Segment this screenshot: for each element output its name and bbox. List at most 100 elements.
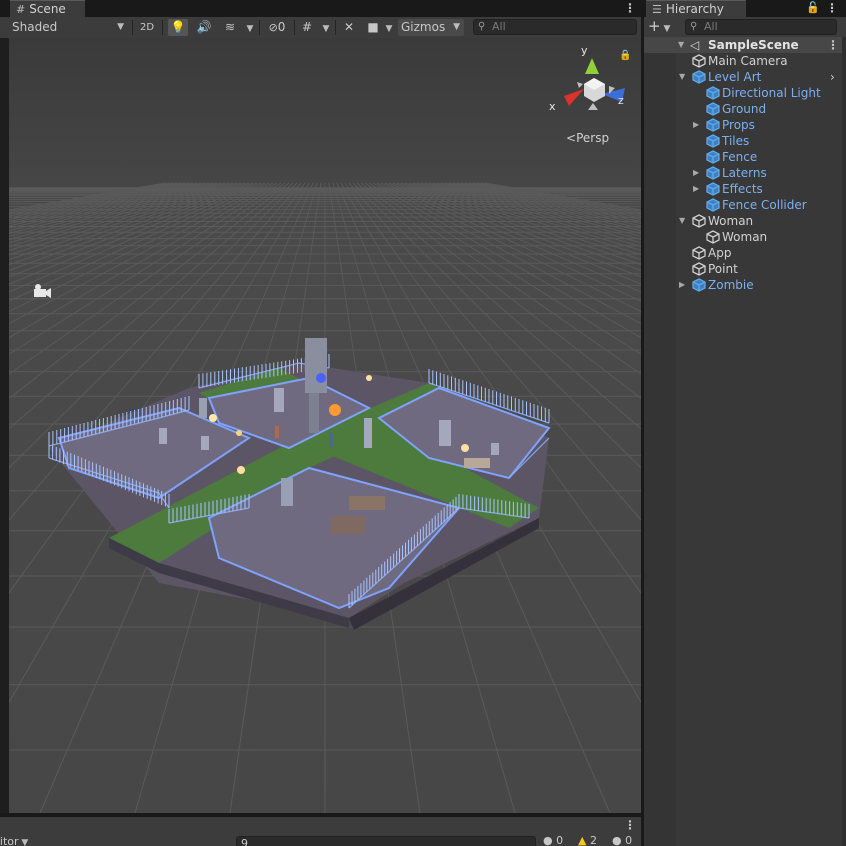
camera-settings-button[interactable]: ■ — [364, 19, 382, 36]
warning-icon: ▲ — [578, 834, 587, 846]
hierarchy-item-label: Fence Collider — [722, 198, 807, 212]
tools-icon: ✕ — [343, 20, 355, 34]
search-icon: ⚲ — [478, 21, 486, 32]
expanded-arrow-icon[interactable]: ▼ — [679, 69, 685, 85]
prefab-cube-icon — [706, 118, 720, 132]
hierarchy-item[interactable]: ▶ Effects — [644, 181, 846, 197]
grid-icon: # — [16, 3, 26, 16]
grid-toggle[interactable]: # — [297, 19, 317, 36]
scene-search-input[interactable]: ⚲ All — [473, 19, 637, 35]
scene-visibility-toggle[interactable]: ⊘0 — [262, 19, 292, 36]
collapsed-arrow-icon[interactable]: ▶ — [679, 277, 685, 293]
create-dropdown[interactable]: + ▼ — [648, 18, 670, 37]
hierarchy-item[interactable]: ▶ Laterns — [644, 165, 846, 181]
tools-button[interactable]: ✕ — [339, 19, 359, 36]
lighting-toggle[interactable]: 💡 — [168, 19, 188, 36]
hierarchy-item[interactable]: App — [644, 245, 846, 261]
hierarchy-item-label: Directional Light — [722, 86, 821, 100]
scene-viewport[interactable]: y x z — [9, 38, 641, 813]
hierarchy-item-label: Ground — [722, 102, 767, 116]
hierarchy-item[interactable]: ▼ Level Art › — [644, 69, 846, 85]
hierarchy-item-label: Level Art — [708, 70, 762, 84]
console-toolbar: Editor ▼ 9 ● 0 ▲ 2 ● 0 — [0, 834, 641, 846]
eye-slash-icon: ⊘ — [268, 21, 278, 34]
lock-icon[interactable]: 🔓 — [806, 1, 820, 14]
info-icon: ● — [543, 834, 553, 846]
audio-toggle[interactable]: 🔊 — [194, 19, 214, 36]
open-prefab-arrow-icon[interactable]: › — [830, 69, 835, 85]
scene-menu-icon[interactable]: ⋮ — [827, 39, 839, 51]
chevron-down-icon: ▼ — [322, 24, 330, 34]
hierarchy-item[interactable]: ▶ Zombie — [644, 277, 846, 293]
hierarchy-menu-icon[interactable]: ⋮ — [826, 2, 838, 14]
error-count-toggle[interactable]: ● 0 — [612, 834, 632, 846]
hierarchy-toolbar: + ▼ ⚲ All — [644, 17, 846, 38]
hierarchy-item[interactable]: ▼ Woman — [644, 213, 846, 229]
list-icon: ☰ — [652, 3, 662, 16]
speaker-icon: 🔊 — [196, 20, 212, 34]
hierarchy-item[interactable]: Directional Light — [644, 85, 846, 101]
tab-hierarchy[interactable]: ☰ Hierarchy — [646, 0, 746, 17]
scene-tabbar: # Scene ⋮ — [0, 0, 641, 17]
effects-toggle[interactable]: ≋ — [220, 19, 240, 36]
prefab-cube-icon — [706, 182, 720, 196]
toggle-2d-button[interactable]: 2D — [136, 19, 158, 36]
gizmos-dropdown[interactable]: Gizmos ▼ — [398, 19, 464, 36]
collapsed-arrow-icon[interactable]: ▶ — [693, 117, 699, 133]
console-menu-icon[interactable]: ⋮ — [624, 819, 636, 831]
gameobject-cube-icon — [692, 246, 706, 260]
camera-icon: ■ — [367, 20, 379, 34]
console-search-input[interactable]: 9 — [236, 836, 536, 846]
effects-dropdown[interactable]: ▼ — [244, 19, 256, 36]
hierarchy-item[interactable]: Point — [644, 261, 846, 277]
hierarchy-item-label: Zombie — [708, 278, 754, 292]
hierarchy-search-input[interactable]: ⚲ All — [685, 19, 837, 35]
plus-icon: + — [648, 17, 661, 35]
gameobject-cube-icon — [692, 262, 706, 276]
hierarchy-item[interactable]: Ground — [644, 101, 846, 117]
hierarchy-item[interactable]: Woman — [644, 229, 846, 245]
hierarchy-item[interactable]: Fence Collider — [644, 197, 846, 213]
hierarchy-tabbar: ☰ Hierarchy 🔓 ⋮ — [644, 0, 846, 17]
gameobject-cube-icon — [692, 214, 706, 228]
layers-icon: ≋ — [224, 20, 236, 34]
collapsed-arrow-icon[interactable]: ▶ — [693, 165, 699, 181]
tab-scene[interactable]: # Scene — [10, 0, 85, 17]
prefab-cube-icon — [706, 166, 720, 180]
prefab-cube-icon — [706, 134, 720, 148]
hierarchy-item-label: Woman — [722, 230, 768, 244]
lock-icon[interactable]: 🔒 — [619, 50, 631, 61]
hierarchy-item[interactable]: Tiles — [644, 133, 846, 149]
draw-mode-dropdown[interactable]: Shaded ▼ — [2, 19, 128, 36]
unity-scene-icon: ◁ — [690, 38, 700, 52]
scene-toolbar: Shaded ▼ 2D 💡 🔊 ≋ ▼ ⊘0 # ▼ ✕ ■ ▼ Gizmos … — [0, 17, 641, 39]
scene-panel-menu-icon[interactable]: ⋮ — [624, 2, 636, 14]
editor-dropdown[interactable]: Editor ▼ — [0, 835, 28, 846]
gameobject-cube-icon — [692, 54, 706, 68]
warning-count-toggle[interactable]: ▲ 2 — [578, 834, 597, 846]
chevron-down-icon: ▼ — [660, 24, 671, 34]
log-count-toggle[interactable]: ● 0 — [543, 834, 563, 846]
expand-arrow-icon[interactable]: ▼ — [678, 37, 684, 53]
grid-icon: # — [301, 20, 313, 34]
expanded-arrow-icon[interactable]: ▼ — [679, 213, 685, 229]
error-icon: ● — [612, 834, 622, 846]
hierarchy-item[interactable]: ▶ Props — [644, 117, 846, 133]
gizmo-label-z: z — [618, 94, 624, 107]
left-panel-edge — [0, 38, 9, 813]
hierarchy-item-label: App — [708, 246, 732, 260]
gameobject-cube-icon — [706, 230, 720, 244]
camera-dropdown[interactable]: ▼ — [383, 19, 395, 36]
lightbulb-icon: 💡 — [170, 20, 186, 34]
hierarchy-scrollbar[interactable] — [842, 37, 846, 846]
hierarchy-item-label: Point — [708, 262, 738, 276]
projection-toggle[interactable]: <Persp — [566, 131, 609, 145]
grid-dropdown[interactable]: ▼ — [320, 19, 332, 36]
hierarchy-item-label: Props — [722, 118, 755, 132]
hierarchy-item[interactable]: Fence — [644, 149, 846, 165]
collapsed-arrow-icon[interactable]: ▶ — [693, 181, 699, 197]
hierarchy-item-label: Laterns — [722, 166, 767, 180]
scene-root-row[interactable]: ▼ ◁ SampleScene ⋮ — [644, 37, 846, 53]
hierarchy-item[interactable]: Main Camera — [644, 53, 846, 69]
chevron-down-icon: ▼ — [453, 22, 460, 32]
